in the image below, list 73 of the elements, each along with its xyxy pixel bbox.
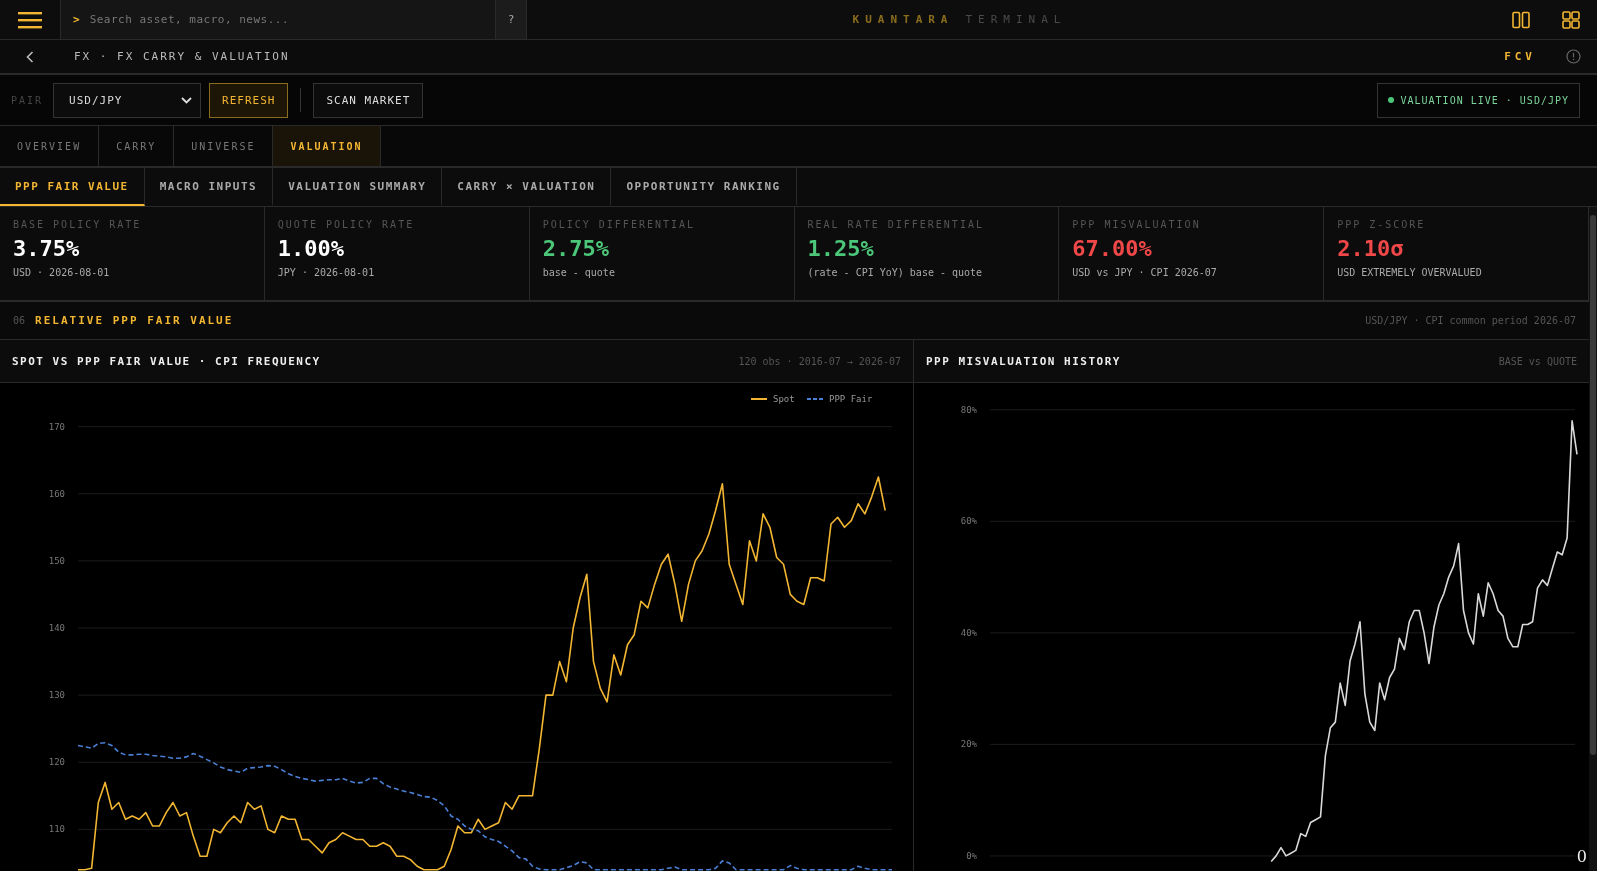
axis-tick-label: 0% <box>966 850 977 861</box>
tab[interactable]: CARRY <box>99 126 175 166</box>
panel-title: PPP MISVALUATION HISTORY <box>926 354 1121 368</box>
grid-view-button[interactable] <box>1562 10 1580 29</box>
metric-label: BASE POLICY RATE <box>13 219 143 230</box>
scroll-thumb[interactable] <box>1590 215 1596 755</box>
metric-note: base - quote <box>542 267 616 278</box>
axis-tick-label: 80% <box>960 404 977 415</box>
tab[interactable]: VALUATION <box>273 126 381 166</box>
grid-icon <box>1562 10 1580 29</box>
axis-tick-label: 140 <box>48 623 65 633</box>
axis-tick-label: 130 <box>48 690 65 701</box>
prompt-icon: > <box>73 13 80 26</box>
legend-label: PPP Fair <box>829 394 873 404</box>
caret-icon <box>181 96 193 104</box>
metric-note: USD · 2026-08-01 <box>13 267 111 278</box>
metric-label: QUOTE POLICY RATE <box>277 219 416 230</box>
sub-tab[interactable]: VALUATION SUMMARY <box>273 168 443 206</box>
metric-note: USD EXTREMELY OVERVALUED <box>1337 267 1483 278</box>
axis-tick-label: 150 <box>48 555 65 566</box>
axis-tick-label: 170 <box>48 421 65 432</box>
search-input[interactable]: Search asset, macro, news... <box>87 12 483 27</box>
metric-value: 3.75% <box>13 236 81 261</box>
alert-icon <box>1566 49 1581 64</box>
metric-value: 2.75% <box>542 236 610 261</box>
sub-tab[interactable]: OPPORTUNITY RANKING <box>611 168 797 206</box>
panel-meta: 120 obs · 2016-07 → 2026-07 <box>738 355 901 367</box>
metric-value: 1.00% <box>277 236 346 261</box>
panel-title: SPOT VS PPP FAIR VALUE · CPI FREQUENCY <box>12 354 321 368</box>
section-title: RELATIVE PPP FAIR VALUE <box>35 314 234 327</box>
legend-label: Spot <box>773 394 795 404</box>
metric-value: 67.00% <box>1072 236 1153 261</box>
refresh-button[interactable]: REFRESH <box>209 82 289 118</box>
sub-tab[interactable]: MACRO INPUTS <box>144 168 274 206</box>
metric-label: POLICY DIFFERENTIAL <box>542 219 697 230</box>
metric-label: REAL RATE DIFFERENTIAL <box>807 219 985 230</box>
axis-tick-label: 110 <box>48 824 65 835</box>
legend-item: Spot <box>750 394 795 404</box>
metric-value: 1.25% <box>807 236 875 261</box>
metric-value: 2.10σ <box>1337 236 1405 261</box>
panel-meta: BASE vs QUOTE <box>1498 355 1577 367</box>
axis-tick-label: 60% <box>960 516 977 527</box>
axis-tick-label: 160 <box>48 488 65 499</box>
chevron-left-icon <box>26 50 34 63</box>
metric-note: (rate - CPI YoY) base - quote <box>807 267 984 278</box>
metric-note: JPY · 2026-08-01 <box>277 267 376 278</box>
metric-label: PPP MISVALUATION <box>1072 219 1202 230</box>
columns-icon <box>1512 10 1530 29</box>
axis-tick-label: 20% <box>960 739 977 750</box>
brand-name: KUANTARA <box>852 13 954 26</box>
help-button[interactable]: ? <box>495 0 527 39</box>
end-label: 0 <box>1576 846 1587 866</box>
pair-dropdown[interactable]: USD/JPY <box>53 82 202 118</box>
brand-suffix: TERMINAL <box>965 13 1067 26</box>
metric-note: USD vs JPY · CPI 2026-07 <box>1072 267 1218 278</box>
axis-tick-label: 40% <box>960 627 977 638</box>
function-code: FCV <box>1504 50 1536 63</box>
legend-item: PPP Fair <box>806 394 873 404</box>
info-button[interactable] <box>1566 49 1581 64</box>
search-field[interactable]: > Search asset, macro, news... <box>60 0 495 39</box>
axis-tick-label: 120 <box>48 757 65 768</box>
scrollbar[interactable] <box>1589 207 1597 871</box>
page-title: FX · FX CARRY & VALUATION <box>73 50 291 63</box>
sub-tab[interactable]: CARRY × VALUATION <box>442 168 612 206</box>
status-text: VALUATION LIVE · USD/JPY <box>1400 94 1569 106</box>
scan-button[interactable]: SCAN MARKET <box>313 82 424 118</box>
field-label: PAIR <box>11 94 44 106</box>
metric-label: PPP Z-SCORE <box>1337 219 1427 230</box>
split-view-button[interactable] <box>1512 10 1530 29</box>
menu-icon <box>18 10 42 29</box>
section-number: 06 <box>13 315 26 326</box>
section-meta: USD/JPY · CPI common period 2026-07 <box>1365 315 1576 326</box>
tab[interactable]: OVERVIEW <box>0 126 100 166</box>
